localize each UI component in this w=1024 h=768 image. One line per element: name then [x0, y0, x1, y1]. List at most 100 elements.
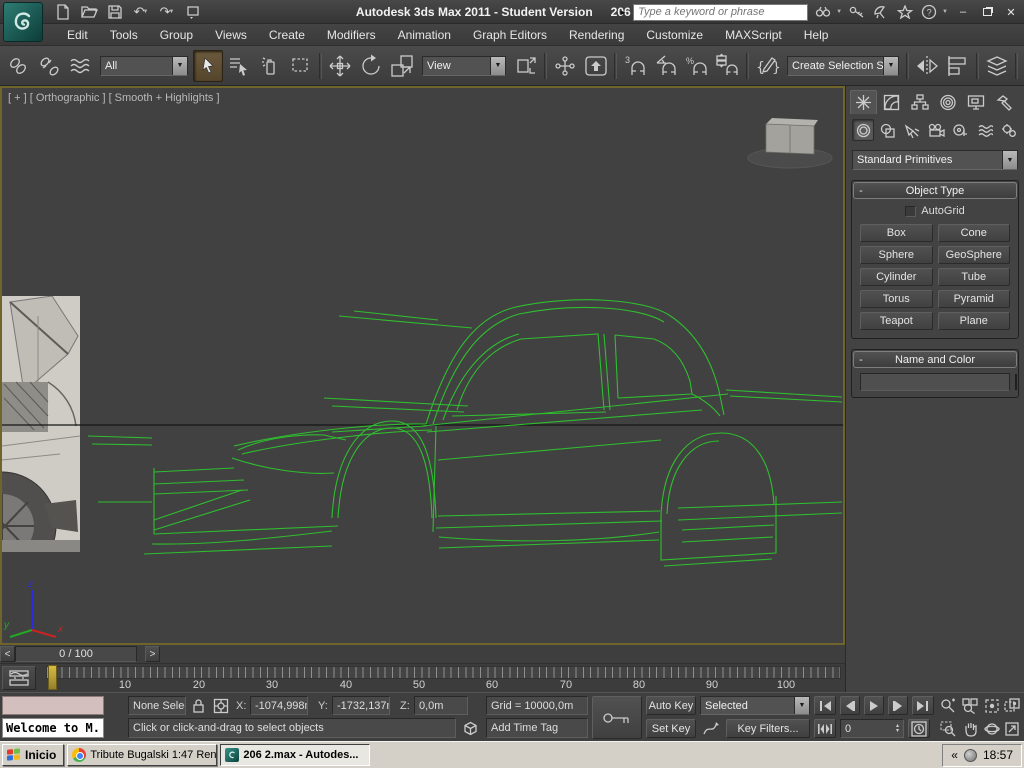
- help-button[interactable]: ?: [920, 3, 938, 21]
- select-and-move-button[interactable]: [325, 50, 355, 82]
- pan-view-button[interactable]: [960, 719, 980, 738]
- sphere-button[interactable]: Sphere: [860, 246, 933, 264]
- plane-button[interactable]: Plane: [938, 312, 1011, 330]
- open-mini-curve-editor-button[interactable]: [2, 666, 36, 690]
- menu-tools[interactable]: Tools: [99, 24, 149, 46]
- selection-filter-dropdown[interactable]: All ▼: [100, 56, 188, 76]
- key-mode-dropdown[interactable]: Selected ▼: [700, 696, 810, 715]
- tab-create[interactable]: [850, 90, 877, 114]
- primitive-category-dropdown[interactable]: Standard Primitives ▼: [852, 150, 1018, 170]
- keyboard-shortcut-override-button[interactable]: [581, 50, 611, 82]
- menu-rendering[interactable]: Rendering: [558, 24, 635, 46]
- project-folder-button[interactable]: [182, 2, 204, 22]
- go-to-start-button[interactable]: [814, 696, 836, 715]
- search-button[interactable]: [814, 3, 832, 21]
- set-key-button[interactable]: Set Key: [646, 719, 696, 738]
- tray-app-icon[interactable]: [964, 749, 977, 762]
- macro-recorder-pane[interactable]: [2, 696, 104, 715]
- key-mode-toggle-button[interactable]: [814, 719, 836, 738]
- redo-button[interactable]: ↷▼: [156, 2, 178, 22]
- object-color-swatch[interactable]: [1015, 374, 1017, 390]
- align-button[interactable]: [943, 50, 973, 82]
- previous-frame-button[interactable]: [840, 696, 860, 715]
- minimize-button[interactable]: –: [954, 4, 972, 20]
- application-menu-button[interactable]: [3, 2, 43, 42]
- menu-views[interactable]: Views: [204, 24, 258, 46]
- autogrid-checkbox[interactable]: [905, 206, 916, 217]
- object-name-input[interactable]: [860, 373, 1010, 391]
- infocenter-flyout-icon[interactable]: ►: [619, 8, 627, 17]
- bind-to-space-warp-button[interactable]: [65, 50, 95, 82]
- selection-lock-toggle[interactable]: [188, 696, 208, 715]
- tube-button[interactable]: Tube: [938, 268, 1011, 286]
- open-file-button[interactable]: [78, 2, 100, 22]
- cone-button[interactable]: Cone: [938, 224, 1011, 242]
- viewport-label[interactable]: [ + ] [ Orthographic ] [ Smooth + Highli…: [8, 92, 220, 104]
- go-to-end-button[interactable]: [912, 696, 934, 715]
- category-space-warps[interactable]: [973, 119, 995, 141]
- zoom-region-button[interactable]: [938, 719, 958, 738]
- menu-group[interactable]: Group: [149, 24, 204, 46]
- viewport-orthographic[interactable]: [ + ] [ Orthographic ] [ Smooth + Highli…: [0, 86, 845, 645]
- name-color-rollout-header[interactable]: - Name and Color: [853, 351, 1017, 368]
- paint-selection-region-button[interactable]: [255, 50, 285, 82]
- named-selection-set-arrow-icon[interactable]: ▼: [883, 57, 898, 75]
- selection-filter-arrow-icon[interactable]: ▼: [172, 57, 187, 75]
- select-and-manipulate-button[interactable]: [550, 50, 580, 82]
- category-shapes[interactable]: [876, 119, 898, 141]
- category-systems[interactable]: [998, 119, 1020, 141]
- tab-modify[interactable]: [878, 90, 905, 114]
- rectangular-selection-region-button[interactable]: [286, 50, 316, 82]
- z-coordinate-field[interactable]: 0,0m: [414, 696, 468, 715]
- percent-snap-toggle-button[interactable]: %: [682, 50, 712, 82]
- select-object-button[interactable]: [193, 50, 223, 82]
- menu-edit[interactable]: Edit: [56, 24, 99, 46]
- cylinder-button[interactable]: Cylinder: [860, 268, 933, 286]
- car-wireframe[interactable]: [88, 300, 842, 566]
- select-by-name-button[interactable]: [224, 50, 254, 82]
- tray-collapse-icon[interactable]: «: [951, 748, 958, 762]
- menu-create[interactable]: Create: [258, 24, 316, 46]
- search-dropdown-icon[interactable]: ▼: [836, 9, 842, 15]
- menu-maxscript[interactable]: MAXScript: [714, 24, 793, 46]
- communication-center-button[interactable]: [872, 3, 890, 21]
- zoom-button[interactable]: [938, 696, 958, 715]
- close-button[interactable]: ✕: [1002, 4, 1020, 20]
- auto-key-button[interactable]: Auto Key: [646, 696, 696, 715]
- reference-coordinate-arrow-icon[interactable]: ▼: [490, 57, 505, 75]
- menu-animation[interactable]: Animation: [387, 24, 462, 46]
- edit-named-selection-sets-button[interactable]: {}: [752, 50, 782, 82]
- play-button[interactable]: [864, 696, 884, 715]
- orbit-view-button[interactable]: [982, 719, 1002, 738]
- category-helpers[interactable]: [949, 119, 971, 141]
- default-in-out-tangents-button[interactable]: [700, 719, 722, 738]
- zoom-extents-all-button[interactable]: [1002, 696, 1022, 715]
- add-time-tag[interactable]: Add Time Tag: [486, 718, 588, 738]
- current-frame-field[interactable]: 0 ▴ ▾: [840, 719, 904, 738]
- timeline-ruler[interactable]: [46, 666, 841, 679]
- key-mode-arrow-icon[interactable]: ▼: [794, 697, 809, 714]
- spinner-snap-toggle-button[interactable]: [713, 50, 743, 82]
- select-and-rotate-button[interactable]: [356, 50, 386, 82]
- primitive-category-arrow-icon[interactable]: ▼: [1002, 151, 1017, 169]
- taskbar-item-3dsmax[interactable]: 206 2.max - Autodes...: [220, 744, 370, 766]
- y-coordinate-field[interactable]: -1732,137m: [332, 696, 390, 715]
- key-filters-button[interactable]: Key Filters...: [726, 719, 810, 738]
- tab-display[interactable]: [962, 90, 989, 114]
- absolute-relative-mode-toggle[interactable]: [210, 696, 232, 715]
- track-range-field[interactable]: 0 / 100: [15, 646, 137, 662]
- select-and-scale-button[interactable]: [387, 50, 417, 82]
- named-selection-set-dropdown[interactable]: Create Selection Se ▼: [787, 56, 899, 76]
- menu-graph-editors[interactable]: Graph Editors: [462, 24, 558, 46]
- menu-customize[interactable]: Customize: [635, 24, 714, 46]
- taskbar-item-browser[interactable]: Tribute Bugalski 1:47 Ren...: [67, 744, 217, 766]
- maxscript-mini-listener[interactable]: Welcome to M.: [2, 718, 104, 738]
- geosphere-button[interactable]: GeoSphere: [938, 246, 1011, 264]
- time-configuration-button[interactable]: [908, 719, 930, 738]
- torus-button[interactable]: Torus: [860, 290, 933, 308]
- track-next-button[interactable]: >: [145, 646, 160, 662]
- x-coordinate-field[interactable]: -1074,998m: [250, 696, 308, 715]
- tab-utilities[interactable]: [990, 90, 1017, 114]
- zoom-extents-button[interactable]: [982, 696, 1002, 715]
- tab-motion[interactable]: [934, 90, 961, 114]
